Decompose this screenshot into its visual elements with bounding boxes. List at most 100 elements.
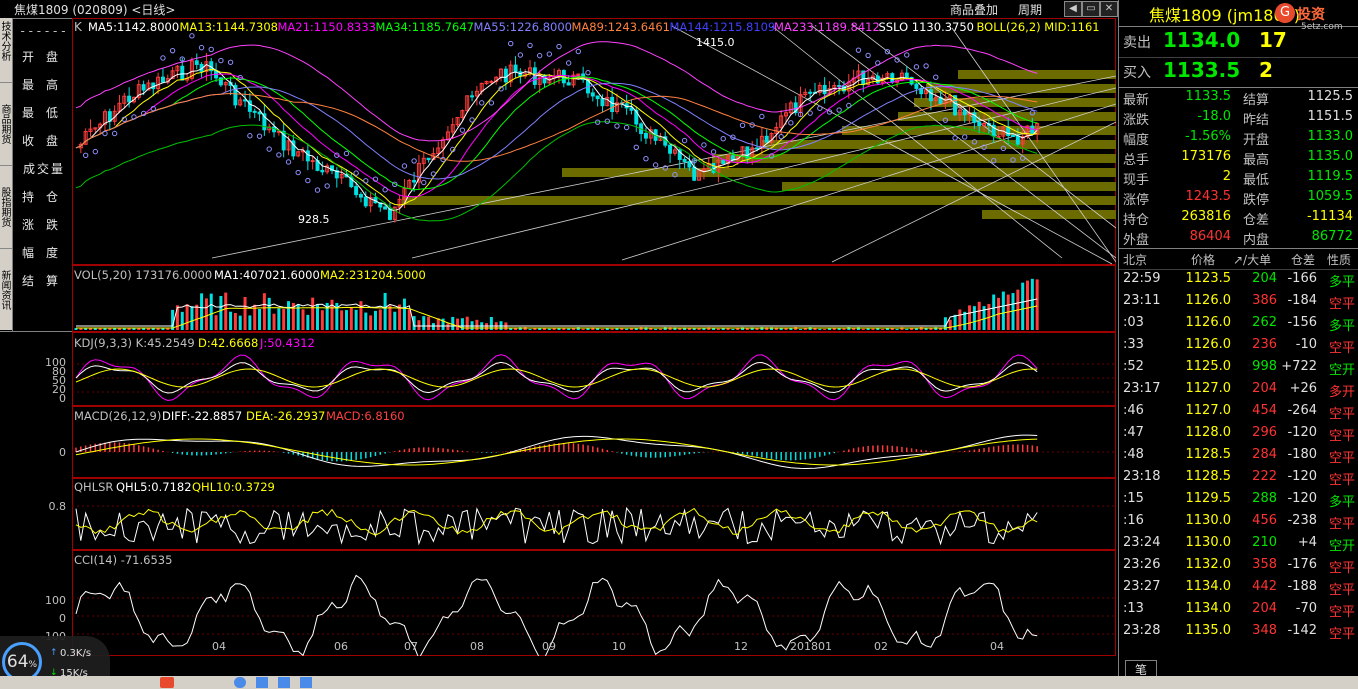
tick-nature: 空平 xyxy=(1328,341,1355,356)
tick-oi: -188 xyxy=(1287,579,1317,594)
volume-bar xyxy=(171,309,175,330)
menu-change[interactable]: 涨跌 xyxy=(13,211,73,239)
chart-canvas[interactable]: K MA5:1142.8000 MA13:1144.7308 MA21:1150.8… xyxy=(72,18,1116,656)
close-icon[interactable]: ✕ xyxy=(1100,1,1118,17)
quote-row: 现手 2 最低 1119.5 xyxy=(1119,168,1358,188)
vol-legend-prefix: VOL(5,20) 173176.0000 xyxy=(74,268,212,282)
tick-header-price: 价格 xyxy=(1191,253,1216,267)
tab-index-futures[interactable]: 股指期货 xyxy=(0,166,12,249)
keyboard-icon[interactable] xyxy=(256,677,268,688)
tick-nature: 多平 xyxy=(1328,275,1355,290)
volume-profile-bar xyxy=(958,70,1116,79)
tick-oi: -120 xyxy=(1287,469,1317,484)
buy-label: 买入 xyxy=(1123,65,1151,81)
volume-bar xyxy=(344,310,348,330)
tick-row: :52 1125.0 998 +722 空开 xyxy=(1119,357,1358,378)
menu-open[interactable]: 开盘 xyxy=(13,43,73,71)
menu-open-interest[interactable]: 持仓 xyxy=(13,183,73,211)
left-axis-area: 100 80 50 20 0 0 0.8 100 0 -100 xyxy=(14,330,70,656)
ma-legend-item: MA21:1150.8333 xyxy=(278,20,377,34)
tick-oi: -156 xyxy=(1287,315,1317,330)
emoji-icon[interactable] xyxy=(234,677,246,688)
skin-icon[interactable] xyxy=(300,677,312,688)
volume-bar xyxy=(972,306,976,330)
volume-bar xyxy=(320,310,324,330)
sell-qty: 17 xyxy=(1259,28,1287,52)
quote-row: 最新 1133.5 结算 1125.5 xyxy=(1119,88,1358,108)
brand-logo-icon: G xyxy=(1275,3,1295,23)
candle-body xyxy=(764,135,769,143)
volume-bar xyxy=(243,297,247,330)
quote-panel: 焦煤1809 (jm1809) G 投资 5etz.com 卖出 1134.0 … xyxy=(1118,0,1358,689)
tick-price: 1126.0 xyxy=(1185,315,1232,330)
volume-bar xyxy=(195,304,199,330)
volume-bar xyxy=(340,310,344,330)
volume-bar xyxy=(233,313,237,330)
volume-bar xyxy=(306,314,310,330)
menu-close[interactable]: 收盘 xyxy=(13,127,73,155)
tick-nature: 空平 xyxy=(1328,561,1355,576)
tick-time: :13 xyxy=(1123,601,1144,616)
tick-time: :03 xyxy=(1123,315,1144,330)
candle-body xyxy=(383,206,388,210)
candle-body xyxy=(141,84,146,91)
tick-time: 22:59 xyxy=(1123,271,1161,286)
volume-bar xyxy=(625,328,629,330)
volume-bar xyxy=(383,292,387,330)
quote-row: 涨停 1243.5 跌停 1059.5 xyxy=(1119,188,1358,208)
volume-bar xyxy=(948,319,952,330)
tab-news[interactable]: 新闻资讯 xyxy=(0,249,12,332)
menu-high[interactable]: 最高 xyxy=(13,71,73,99)
tick-oi: -142 xyxy=(1287,623,1317,638)
candle-body xyxy=(412,179,417,183)
overlay-commodity-link[interactable]: 商品叠加 xyxy=(950,1,998,18)
tick-price: 1134.0 xyxy=(1185,579,1232,594)
buy-price: 1133.5 xyxy=(1163,58,1241,82)
volume-bar xyxy=(581,328,585,330)
volume-bar xyxy=(968,305,972,330)
volume-bar xyxy=(866,328,870,330)
menu-amplitude[interactable]: 幅度 xyxy=(13,239,73,267)
quote-value: 1119.5 xyxy=(1307,169,1354,184)
prev-icon[interactable]: ◀ xyxy=(1064,1,1082,17)
ma-legend-item: MA55:1226.8000 xyxy=(474,20,573,34)
volume-bar xyxy=(794,327,798,330)
tick-nature: 空平 xyxy=(1328,429,1355,444)
menu-low[interactable]: 最低 xyxy=(13,99,73,127)
quote-label: 仓差 xyxy=(1243,213,1270,228)
quote-value: -18.0 xyxy=(1197,109,1231,124)
sogou-icon[interactable] xyxy=(160,677,174,688)
quote-value: 86772 xyxy=(1311,229,1353,244)
tick-price: 1126.0 xyxy=(1185,337,1232,352)
kdj-legend-j: J:50.4312 xyxy=(259,336,315,350)
menu-settlement[interactable]: 结算 xyxy=(13,267,73,295)
toolbox-icon[interactable] xyxy=(278,677,290,688)
period-link[interactable]: 周期 xyxy=(1018,1,1042,18)
tick-list: 22:59 1123.5 204 -166 多平 23:11 1126.0 386… xyxy=(1119,269,1358,649)
volume-bar xyxy=(731,328,735,330)
quote-row: 总手 173176 最高 1135.0 xyxy=(1119,148,1358,168)
candle-body xyxy=(320,169,325,173)
x-axis-label: 07 xyxy=(404,640,418,653)
tick-nature: 空开 xyxy=(1328,539,1355,554)
candle-body xyxy=(890,73,895,83)
volume-bar xyxy=(1001,291,1005,330)
tick-vol: 454 xyxy=(1252,403,1277,418)
candle-body xyxy=(629,107,634,111)
tick-nature: 空平 xyxy=(1328,605,1355,620)
tick-time: 23:24 xyxy=(1123,535,1161,550)
volume-bar xyxy=(823,328,827,330)
restore-icon[interactable]: ▭ xyxy=(1082,1,1100,17)
menu-volume[interactable]: 成交量 xyxy=(13,155,73,183)
quote-label: 结算 xyxy=(1243,93,1270,108)
chart-area[interactable]: K MA5:1142.8000 MA13:1144.7308 MA21:1150.8… xyxy=(72,18,1116,656)
volume-bar xyxy=(330,299,334,330)
quote-value: 1133.5 xyxy=(1185,89,1232,104)
volume-bar xyxy=(262,293,266,330)
quote-row: 持仓 263816 仓差 -11134 xyxy=(1119,208,1358,228)
tab-commodity-futures[interactable]: 商品期货 xyxy=(0,83,12,166)
tick-nature: 空平 xyxy=(1328,627,1355,642)
candle-body xyxy=(513,64,518,73)
candle-body xyxy=(928,89,933,102)
tick-oi: +4 xyxy=(1297,535,1317,550)
